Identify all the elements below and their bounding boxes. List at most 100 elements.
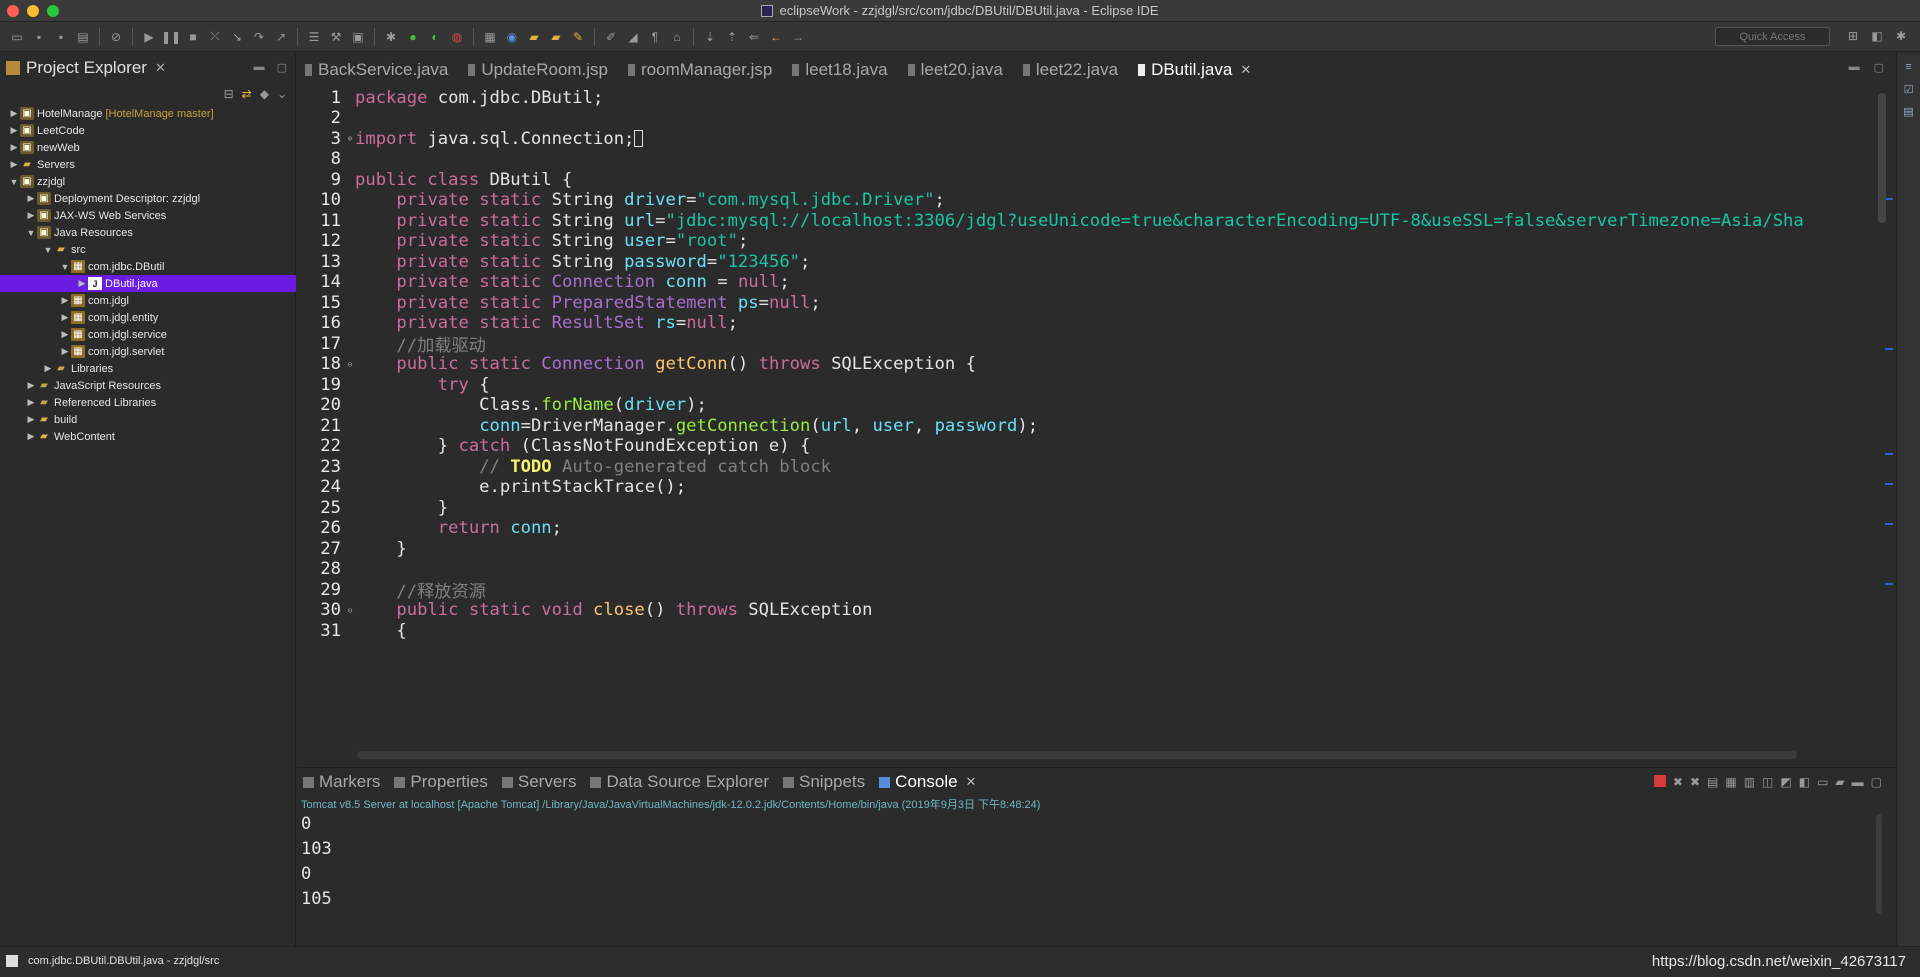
fold-toggle-icon[interactable]: ⊖ <box>345 606 355 615</box>
maximize-icon[interactable]: ▢ <box>1871 775 1882 789</box>
chevron-right-icon[interactable]: ▶ <box>59 346 71 357</box>
skip-breakpoints-icon[interactable]: ⊘ <box>107 28 125 46</box>
close-icon[interactable]: ✕ <box>1240 62 1251 78</box>
back-icon[interactable]: ← <box>767 28 785 46</box>
search-icon[interactable]: ✎ <box>569 28 587 46</box>
chevron-right-icon[interactable]: ▶ <box>8 108 20 119</box>
tree-item[interactable]: ▶ ▰ build <box>0 411 296 428</box>
tree-item[interactable]: ▶ ▣ LeetCode <box>0 122 296 139</box>
close-window-button[interactable] <box>7 5 19 17</box>
open-folder-icon[interactable]: ▰ <box>547 28 565 46</box>
chevron-down-icon[interactable]: ▼ <box>59 262 71 272</box>
outline-icon[interactable]: ≡ <box>1902 61 1916 75</box>
tree-item[interactable]: ▶ ▣ JAX-WS Web Services <box>0 207 296 224</box>
occurrence-marker[interactable] <box>1885 583 1893 585</box>
resume-icon[interactable]: ▶ <box>140 28 158 46</box>
fold-toggle-icon[interactable]: ⊕ <box>345 134 355 143</box>
editor-tab[interactable]: roomManager.jsp <box>620 57 784 83</box>
show-console-on-output-icon[interactable]: ◫ <box>1762 775 1773 789</box>
show-console-on-error-icon[interactable]: ◩ <box>1780 775 1791 789</box>
tree-item[interactable]: ▶ ▰ Libraries <box>0 360 296 377</box>
tree-item[interactable]: ▶ ▣ newWeb <box>0 139 296 156</box>
editor-tab[interactable]: leet18.java <box>784 57 899 83</box>
tab-project-explorer[interactable]: Project Explorer ✕ <box>0 53 166 83</box>
step-over-icon[interactable]: ↷ <box>250 28 268 46</box>
chevron-down-icon[interactable]: ▼ <box>42 245 54 255</box>
pin-console-icon[interactable]: ◧ <box>1799 775 1810 789</box>
minimize-icon[interactable]: ▬ <box>1852 775 1864 789</box>
minimize-icon[interactable]: ▬ <box>254 61 265 74</box>
editor-tab[interactable]: leet20.java <box>900 57 1015 83</box>
occurrence-marker[interactable] <box>1885 483 1893 485</box>
code-editor[interactable]: 1 package com.jdbc.DButil; 2 3 ⊕ import java.… <box>297 83 1871 745</box>
console-output[interactable]: 0 103 0 105 <box>301 812 1881 912</box>
editor-vertical-scrollbar[interactable] <box>1878 93 1886 223</box>
save-icon[interactable]: ▪ <box>30 28 48 46</box>
chevron-right-icon[interactable]: ▶ <box>25 397 37 408</box>
occurrence-marker[interactable] <box>1885 453 1893 455</box>
console-vertical-scrollbar[interactable] <box>1876 814 1882 914</box>
console-toggle-icon[interactable]: ☰ <box>305 28 323 46</box>
minimize-window-button[interactable] <box>27 5 39 17</box>
forward-icon[interactable]: → <box>789 28 807 46</box>
chevron-right-icon[interactable]: ▶ <box>25 431 37 442</box>
new-java-class-icon[interactable]: ◉ <box>503 28 521 46</box>
external-tools-icon[interactable]: ◍ <box>448 28 466 46</box>
bottom-tab[interactable]: Properties <box>388 772 495 792</box>
chevron-right-icon[interactable]: ▶ <box>25 380 37 391</box>
chevron-down-icon[interactable]: ▼ <box>8 177 20 187</box>
step-return-icon[interactable]: ↗ <box>272 28 290 46</box>
chevron-right-icon[interactable]: ▶ <box>8 125 20 136</box>
terminate-icon[interactable]: ■ <box>184 28 202 46</box>
maximize-window-button[interactable] <box>47 5 59 17</box>
tree-item[interactable]: ▶ ▣ HotelManage [HotelManage master] <box>0 105 296 122</box>
debug-icon[interactable]: ✱ <box>382 28 400 46</box>
debug-perspective-icon[interactable]: ✱ <box>1892 27 1910 45</box>
tree-item[interactable]: ▶ ▣ Deployment Descriptor: zzjdgl <box>0 190 296 207</box>
toggle-mark-occurrences-icon[interactable]: ✐ <box>602 28 620 46</box>
maximize-icon[interactable]: ▢ <box>1874 61 1884 74</box>
word-wrap-icon[interactable]: ▥ <box>1744 775 1755 789</box>
scroll-lock-icon[interactable]: ▦ <box>1725 775 1736 789</box>
maximize-icon[interactable]: ▢ <box>277 61 287 74</box>
chevron-down-icon[interactable]: ▼ <box>25 228 37 238</box>
java-ee-perspective-icon[interactable]: ◧ <box>1868 27 1886 45</box>
occurrence-marker[interactable] <box>1885 523 1893 525</box>
chevron-right-icon[interactable]: ▶ <box>25 414 37 425</box>
bottom-tab[interactable]: Servers <box>496 772 585 792</box>
focus-icon[interactable]: ◆ <box>260 87 269 101</box>
collapse-all-icon[interactable]: ⊟ <box>224 87 234 101</box>
show-whitespace-icon[interactable]: ¶ <box>646 28 664 46</box>
toggle-block-selection-icon[interactable]: ◢ <box>624 28 642 46</box>
bottom-tab[interactable]: Data Source Explorer <box>584 772 777 792</box>
editor-tab[interactable]: leet22.java <box>1015 57 1130 83</box>
tree-item[interactable]: ▶ ▰ Referenced Libraries <box>0 394 296 411</box>
build-icon[interactable]: ⚒ <box>327 28 345 46</box>
coverage-icon[interactable]: ◐ <box>426 28 444 46</box>
view-menu-icon[interactable]: ⌄ <box>277 87 287 101</box>
chevron-right-icon[interactable]: ▶ <box>8 142 20 153</box>
disconnect-icon[interactable]: ⤫ <box>206 28 224 46</box>
tree-item[interactable]: ▼ ▣ Java Resources <box>0 224 296 241</box>
chevron-right-icon[interactable]: ▶ <box>59 295 71 306</box>
bottom-tab[interactable]: Console ✕ <box>873 772 984 792</box>
save-all-icon[interactable]: ▪ <box>52 28 70 46</box>
previous-annotation-icon[interactable]: ⇡ <box>723 28 741 46</box>
chevron-right-icon[interactable]: ▶ <box>25 193 37 204</box>
close-icon[interactable]: ✕ <box>966 774 977 790</box>
pin-editor-icon[interactable]: ⌂ <box>668 28 686 46</box>
chevron-right-icon[interactable]: ▶ <box>8 159 20 170</box>
close-icon[interactable]: ✕ <box>155 60 166 76</box>
chevron-right-icon[interactable]: ▶ <box>59 312 71 323</box>
step-into-icon[interactable]: ↘ <box>228 28 246 46</box>
tree-item[interactable]: ▼ ▣ zzjdgl <box>0 173 296 190</box>
clear-console-icon[interactable]: ▤ <box>1707 775 1718 789</box>
new-icon[interactable]: ▭ <box>8 28 26 46</box>
code-line[interactable]: 31 { <box>297 618 1871 643</box>
suspend-icon[interactable]: ❚❚ <box>161 28 181 46</box>
open-perspective-icon[interactable]: ⊞ <box>1844 27 1862 45</box>
editor-horizontal-scrollbar[interactable] <box>357 751 1797 759</box>
tree-item[interactable]: ▼ ▰ src <box>0 241 296 258</box>
terminate-icon[interactable] <box>1653 775 1666 787</box>
quick-access-input[interactable]: Quick Access <box>1715 27 1830 46</box>
